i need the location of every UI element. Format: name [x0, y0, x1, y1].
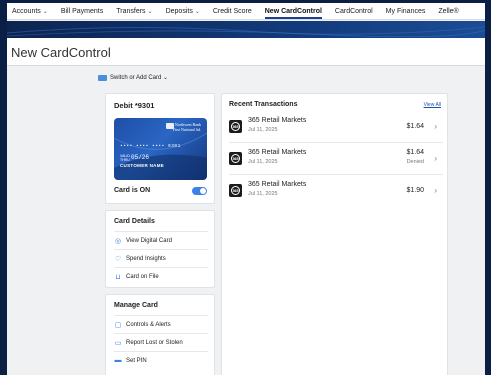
merchant-logo-icon: 365: [229, 120, 242, 133]
chevron-right-icon: ›: [434, 154, 437, 163]
transaction-date: Jul 11, 2025: [248, 127, 278, 133]
nav-my-finances-label: My Finances: [385, 7, 426, 15]
card-on-file-link[interactable]: ⊔ Card on File: [114, 267, 208, 285]
top-navigation: Accounts ⌄ Bill Payments Transfers ⌄ Depos…: [7, 3, 485, 20]
eye-icon: ◎: [114, 237, 122, 245]
nav-cardcontrol[interactable]: CardControl: [335, 8, 373, 15]
nav-bill-payments-label: Bill Payments: [60, 7, 104, 15]
card-bank-line2: First National ltd.: [172, 126, 201, 132]
controls-alerts-label: Controls & Alerts: [126, 321, 171, 328]
nav-new-cardcontrol-label: New CardControl: [264, 7, 322, 15]
card-on-file-label: Card on File: [126, 273, 159, 280]
debit-card-panel: Debit *9301 Northwest Bank First National…: [105, 93, 215, 204]
transaction-date: Jul 11, 2025: [248, 159, 278, 165]
chevron-down-icon: ⌄: [42, 8, 48, 15]
nav-zelle[interactable]: Zelle®: [438, 8, 458, 15]
switch-card-label: Switch or Add Card ⌄: [110, 75, 169, 81]
nav-credit-score[interactable]: Credit Score: [213, 8, 252, 15]
nav-transfers[interactable]: Transfers ⌄: [116, 8, 152, 15]
transaction-merchant: 365 Retail Markets: [248, 149, 307, 156]
transaction-merchant: 365 Retail Markets: [248, 117, 307, 124]
set-pin-label: Set PIN: [126, 357, 147, 364]
card-valid-label-2: THRU: [120, 158, 130, 162]
nav-new-cardcontrol[interactable]: New CardControl: [264, 7, 323, 19]
card-alert-icon: ▭: [114, 339, 122, 347]
nav-bill-payments[interactable]: Bill Payments: [61, 8, 103, 15]
nav-deposits[interactable]: Deposits ⌄: [166, 8, 200, 15]
card-holder-name: CUSTOMER NAME: [120, 163, 165, 168]
card-number: •••• •••• •••• 9301: [120, 144, 181, 149]
pin-card-icon: ▬: [114, 357, 122, 364]
merchant-logo-icon: 365: [229, 184, 242, 197]
card-valid-label: VALID THRU: [120, 154, 130, 162]
merchant-logo-text: 365: [231, 186, 240, 195]
credit-card-icon: [98, 74, 107, 81]
set-pin-link[interactable]: ▬ Set PIN: [114, 351, 208, 369]
nav-transfers-label: Transfers: [116, 7, 146, 15]
nav-accounts-label: Accounts: [12, 7, 41, 15]
clipboard-icon: ▢: [114, 321, 122, 329]
nav-my-finances[interactable]: My Finances: [386, 8, 426, 15]
report-lost-stolen-link[interactable]: ▭ Report Lost or Stolen: [114, 333, 208, 351]
lightbulb-icon: ♡: [114, 255, 122, 263]
view-digital-card-link[interactable]: ◎ View Digital Card: [114, 231, 208, 249]
merchant-logo-text: 365: [231, 122, 240, 131]
transaction-row[interactable]: 365 365 Retail Markets Jul 11, 2025 $1.6…: [229, 145, 443, 175]
card-status-label: Card is ON: [114, 187, 151, 194]
card-details-heading: Card Details: [114, 218, 155, 225]
recent-transactions-heading: Recent Transactions: [229, 101, 298, 108]
nav-zelle-label: Zelle®: [438, 7, 459, 15]
chevron-down-icon: ⌄: [147, 8, 153, 15]
debit-card-image[interactable]: Northwest Bank First National ltd. •••• •…: [114, 118, 207, 180]
manage-card-heading: Manage Card: [114, 302, 158, 309]
card-on-toggle[interactable]: [192, 187, 207, 195]
app-window: Accounts ⌄ Bill Payments Transfers ⌄ Depos…: [7, 3, 485, 375]
card-expiry: 05/26: [131, 154, 150, 161]
header-banner: [7, 21, 485, 38]
card-details-panel: Card Details ◎ View Digital Card ♡ Spend…: [105, 210, 215, 288]
chevron-down-icon: ⌄: [194, 8, 200, 15]
manage-card-panel: Manage Card ▢ Controls & Alerts ▭ Report…: [105, 294, 215, 375]
merchant-logo-icon: 365: [229, 152, 242, 165]
cart-icon: ⊔: [115, 273, 121, 281]
controls-alerts-link[interactable]: ▢ Controls & Alerts: [114, 315, 208, 333]
nav-cardcontrol-label: CardControl: [334, 7, 373, 15]
nav-accounts[interactable]: Accounts ⌄: [12, 8, 48, 15]
transaction-status: Denied: [406, 159, 424, 165]
transaction-amount: $1.64: [406, 123, 424, 130]
transaction-date: Jul 11, 2025: [248, 191, 278, 197]
transaction-merchant: 365 Retail Markets: [248, 181, 307, 188]
card-bank-name: Northwest Bank First National ltd.: [172, 122, 201, 132]
transaction-row[interactable]: 365 365 Retail Markets Jul 11, 2025 $1.9…: [229, 177, 443, 207]
spend-insights-link[interactable]: ♡ Spend Insights: [114, 249, 208, 267]
toggle-knob: [200, 188, 206, 194]
chevron-right-icon: ›: [434, 186, 437, 195]
merchant-logo-text: 365: [231, 154, 240, 163]
page-header: New CardControl: [7, 38, 485, 66]
banner-pattern: [7, 26, 485, 38]
debit-card-title: Debit *9301: [114, 101, 155, 110]
nav-deposits-label: Deposits: [165, 7, 193, 15]
chevron-right-icon: ›: [434, 122, 437, 131]
transaction-amount: $1.90: [406, 187, 424, 194]
spend-insights-label: Spend Insights: [126, 255, 166, 262]
page-title: New CardControl: [11, 45, 111, 60]
switch-card-button[interactable]: Switch or Add Card ⌄: [98, 74, 168, 81]
view-digital-card-label: View Digital Card: [126, 237, 172, 244]
recent-transactions-panel: Recent Transactions View All 365 365 Ret…: [221, 93, 448, 375]
nav-credit-score-label: Credit Score: [212, 7, 252, 15]
transaction-row[interactable]: 365 365 Retail Markets Jul 11, 2025 $1.6…: [229, 113, 443, 143]
report-lost-stolen-label: Report Lost or Stolen: [126, 339, 183, 346]
transaction-amount: $1.64: [406, 149, 424, 156]
view-all-link[interactable]: View All: [424, 102, 441, 108]
